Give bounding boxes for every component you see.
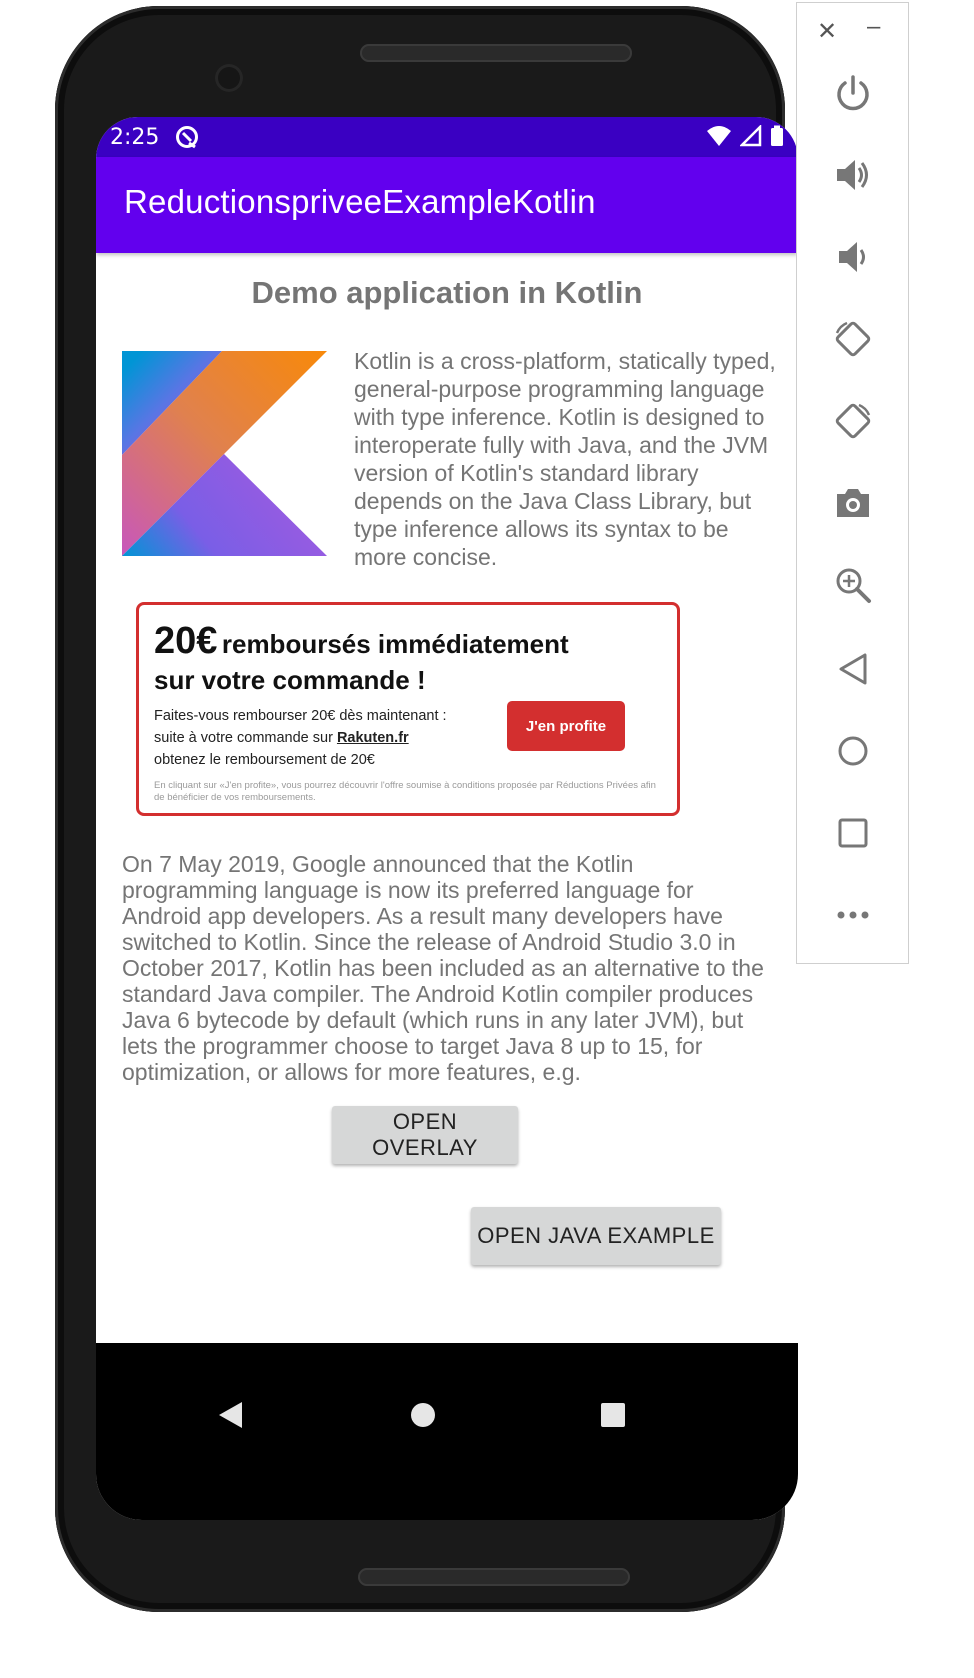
rotate-right-icon xyxy=(835,403,871,439)
back-icon xyxy=(839,653,867,685)
notification-icon xyxy=(174,124,200,156)
status-time: 2:25 xyxy=(110,125,160,150)
more-button[interactable] xyxy=(829,891,877,939)
overview-button[interactable] xyxy=(829,809,877,857)
status-bar: 2:25 xyxy=(96,117,798,157)
device-screen: 2:25 ReductionspriveeExampleKotlin Demo … xyxy=(96,117,798,1520)
ad-body: Faites-vous rembourser 20€ dès maintenan… xyxy=(154,705,504,771)
app-bar: ReductionspriveeExampleKotlin xyxy=(96,157,798,253)
app-title: ReductionspriveeExampleKotlin xyxy=(124,183,596,220)
rakuten-link[interactable]: Rakuten.fr xyxy=(337,730,409,746)
nav-recents-button[interactable] xyxy=(593,1395,633,1435)
ad-body-line-1: Faites-vous rembourser 20€ dès maintenan… xyxy=(154,708,447,724)
ad-body-line-2-prefix: suite à votre commande sur xyxy=(154,730,333,746)
signal-icon xyxy=(740,125,762,147)
page-title: Demo application in Kotlin xyxy=(251,275,643,310)
ad-body-line-3: obtenez le remboursement de 20€ xyxy=(154,752,375,768)
power-button[interactable] xyxy=(829,69,877,117)
recents-square-icon xyxy=(601,1403,625,1427)
ad-headline-line-2: sur votre commande ! xyxy=(154,665,426,695)
home-icon xyxy=(838,736,868,766)
bottom-speaker xyxy=(358,1568,630,1586)
jen-profite-button[interactable]: J'en profite xyxy=(507,701,625,751)
status-icons xyxy=(706,125,784,147)
kotlin-logo-icon xyxy=(122,351,327,556)
emulator-toolbar: ✕ – xyxy=(796,2,909,964)
volume-down-button[interactable] xyxy=(829,233,877,281)
home-button[interactable] xyxy=(829,727,877,775)
minimize-icon[interactable]: – xyxy=(867,13,880,41)
wifi-icon xyxy=(707,126,731,146)
ad-headline: 20€ remboursés immédiatement sur votre c… xyxy=(154,620,664,696)
volume-up-icon xyxy=(837,160,868,190)
ad-fine-print: En cliquant sur «J'en profite», vous pou… xyxy=(154,780,656,803)
ad-banner[interactable]: 20€ remboursés immédiatement sur votre c… xyxy=(136,602,680,816)
front-camera xyxy=(215,64,243,92)
zoom-button[interactable] xyxy=(829,561,877,609)
volume-up-button[interactable] xyxy=(829,151,877,199)
overview-icon xyxy=(838,818,868,848)
ad-amount: 20€ xyxy=(154,620,218,662)
navigation-bar xyxy=(96,1343,798,1520)
camera-icon xyxy=(837,489,869,517)
nav-back-button[interactable] xyxy=(210,1395,250,1435)
open-java-example-button[interactable]: OPEN JAVA EXAMPLE xyxy=(471,1207,721,1265)
close-icon[interactable]: ✕ xyxy=(817,17,837,46)
volume-down-icon xyxy=(839,242,865,272)
battery-icon xyxy=(771,125,783,146)
ad-body-line-2: suite à votre commande sur Rakuten.fr xyxy=(154,727,504,749)
body-text: On 7 May 2019, Google announced that the… xyxy=(122,851,764,1085)
earpiece-speaker xyxy=(360,44,632,62)
intro-text: Kotlin is a cross-platform, statically t… xyxy=(354,348,776,570)
power-icon xyxy=(837,75,869,111)
rotate-left-button[interactable] xyxy=(829,315,877,363)
back-triangle-icon xyxy=(219,1402,242,1428)
main-content[interactable]: Demo application in Kotlin Kotlin is a c… xyxy=(96,253,798,1520)
back-button[interactable] xyxy=(829,645,877,693)
more-icon xyxy=(837,911,869,919)
nav-home-button[interactable] xyxy=(403,1395,443,1435)
open-overlay-button[interactable]: OPEN OVERLAY xyxy=(332,1106,518,1164)
ad-headline-line-1: remboursés immédiatement xyxy=(221,629,569,659)
home-circle-icon xyxy=(411,1403,435,1427)
zoom-icon xyxy=(836,568,871,603)
rotate-left-icon xyxy=(835,321,871,357)
screenshot-button[interactable] xyxy=(829,479,877,527)
rotate-right-button[interactable] xyxy=(829,397,877,445)
